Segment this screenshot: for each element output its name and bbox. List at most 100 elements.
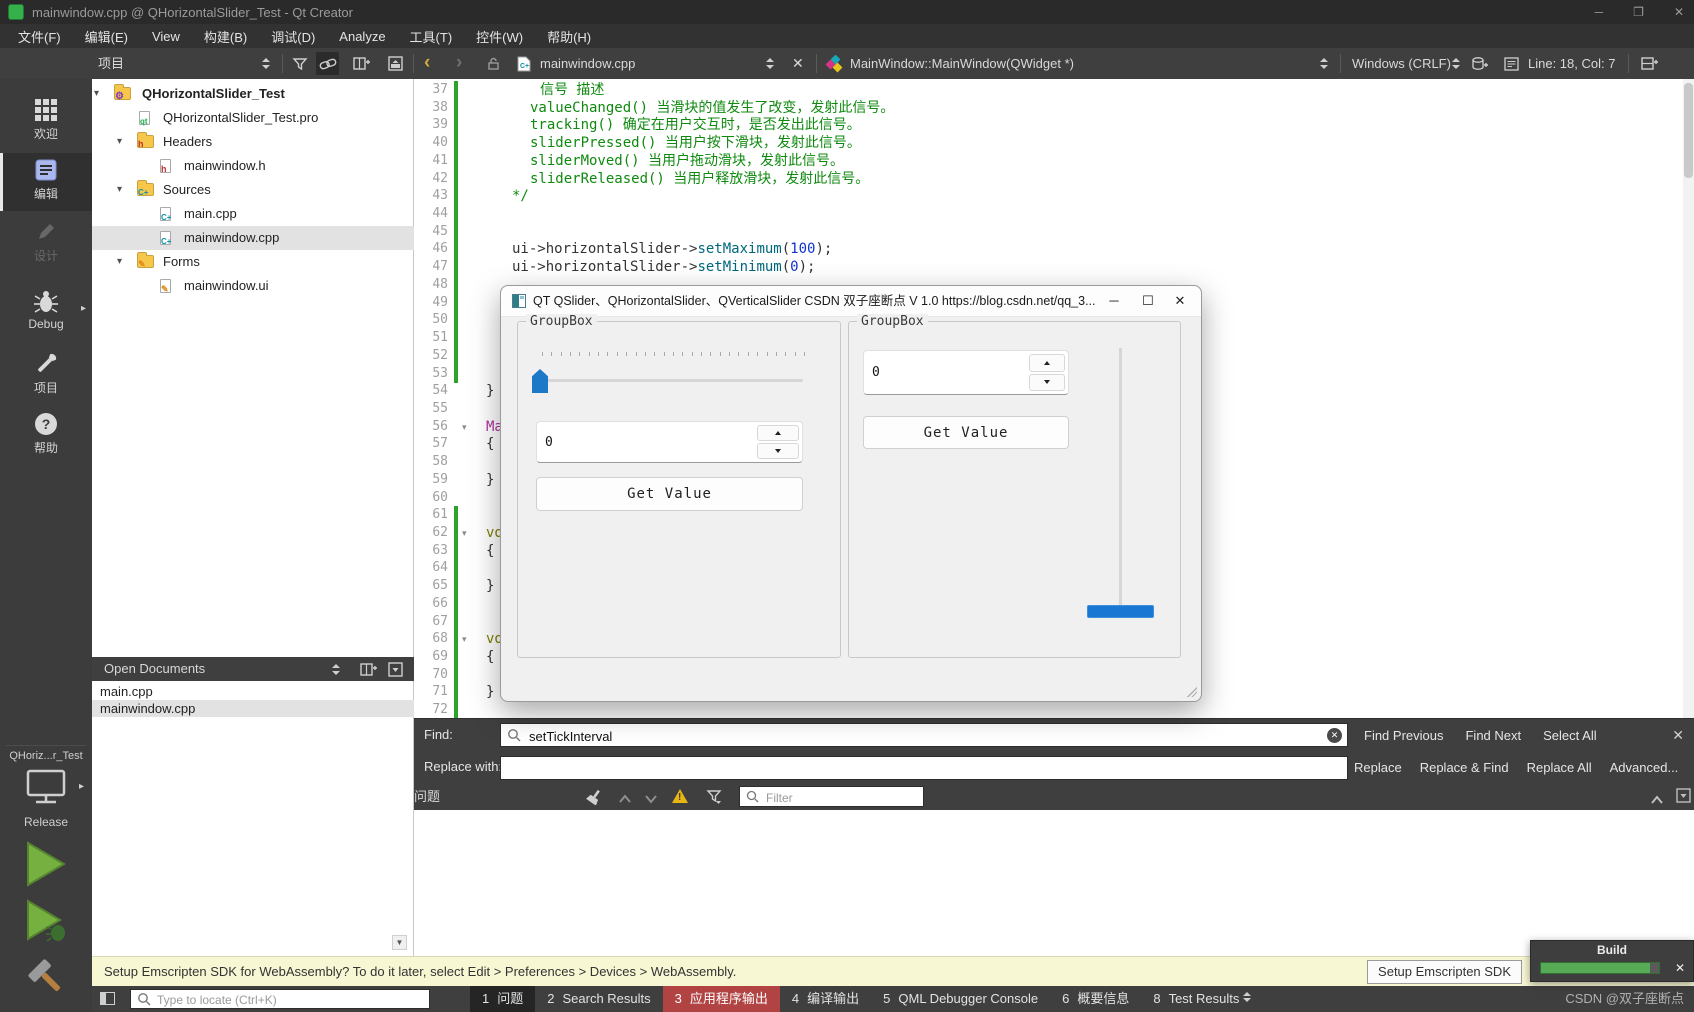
select-all-button[interactable]: Select All xyxy=(1543,728,1596,743)
open-document-main-cpp[interactable]: main.cpp xyxy=(92,683,414,700)
output-pane-arrows-icon[interactable] xyxy=(1243,992,1251,1002)
dialog-close-button[interactable]: ✕ xyxy=(1163,286,1197,316)
output-tab-5[interactable]: 5 QML Debugger Console xyxy=(871,986,1050,1012)
maximize-pane-icon[interactable] xyxy=(1650,792,1664,810)
window-maximize-button[interactable]: ❐ xyxy=(1633,5,1644,19)
output-tab-4[interactable]: 4 编译输出 xyxy=(780,986,871,1012)
menu-view[interactable]: View xyxy=(140,26,192,47)
vertical-slider-track[interactable] xyxy=(1119,348,1122,614)
output-tab-1[interactable]: 1 问题 xyxy=(470,986,536,1012)
expand-arrow-icon[interactable]: ▾ xyxy=(117,178,122,202)
issues-filter-input[interactable] xyxy=(764,788,918,807)
document-dropdown-icon[interactable] xyxy=(766,58,774,69)
menu-widgets[interactable]: 控件(W) xyxy=(464,24,535,49)
split-editor-icon[interactable] xyxy=(1638,52,1661,75)
left-spinbox[interactable]: 0 xyxy=(536,421,803,463)
open-documents-close-icon[interactable] xyxy=(388,661,404,685)
horizontal-slider-handle[interactable] xyxy=(532,369,548,393)
line-ending-dropdown-icon[interactable] xyxy=(1452,58,1460,69)
close-info-bar-icon[interactable]: ✕ xyxy=(1675,962,1685,974)
toggle-sidebar-icon[interactable] xyxy=(100,992,115,1005)
pane-selector[interactable]: 项目 xyxy=(98,48,124,79)
back-icon[interactable]: ‹ xyxy=(424,48,430,79)
kit-selector[interactable] xyxy=(24,769,68,812)
mode-debug[interactable]: Debug ▸ xyxy=(0,285,92,343)
debug-run-button[interactable] xyxy=(26,899,68,948)
editor-scrollbar[interactable] xyxy=(1683,79,1694,718)
right-spinbox[interactable]: 0 xyxy=(863,350,1069,395)
open-document-selector[interactable]: mainwindow.cpp xyxy=(540,48,635,79)
vertical-slider-handle[interactable] xyxy=(1087,605,1154,618)
editor-scrollbar-thumb[interactable] xyxy=(1684,83,1693,178)
tree-row-qhorizontalslider-test[interactable]: ▾ ⚙ QHorizontalSlider_Test xyxy=(92,82,414,106)
tree-row-mainwindow-h[interactable]: h mainwindow.h xyxy=(92,154,414,178)
open-documents-dropdown-icon[interactable] xyxy=(332,664,340,675)
symbol-selector[interactable]: MainWindow::MainWindow(QWidget *) xyxy=(850,48,1074,79)
mode-edit[interactable]: 编辑 xyxy=(0,153,92,211)
close-find-bar-icon[interactable]: ✕ xyxy=(1672,719,1684,751)
expand-arrow-icon[interactable]: ▾ xyxy=(117,130,122,154)
next-item-icon[interactable] xyxy=(644,791,658,809)
build-button[interactable] xyxy=(24,955,68,1004)
replace-input[interactable] xyxy=(509,758,1293,780)
pane-selector-dropdown-icon[interactable] xyxy=(262,58,270,69)
output-tab-6[interactable]: 6 概要信息 xyxy=(1050,986,1141,1012)
tree-row-mainwindow-ui[interactable]: ✎ mainwindow.ui xyxy=(92,274,414,298)
tree-row-main-cpp[interactable]: C+ main.cpp xyxy=(92,202,414,226)
replace-all-button[interactable]: Replace All xyxy=(1527,760,1592,775)
left-get-value-button[interactable]: Get Value xyxy=(536,477,803,511)
fold-marker-icon[interactable]: ▾ xyxy=(462,524,467,542)
locator-input[interactable] xyxy=(155,991,424,1009)
tree-row-mainwindow-cpp[interactable]: C+ mainwindow.cpp xyxy=(92,226,414,250)
clear-find-icon[interactable]: ✕ xyxy=(1327,728,1342,743)
left-spinbox-up-button[interactable] xyxy=(757,425,799,441)
encoding-icon[interactable] xyxy=(1468,52,1491,75)
right-get-value-button[interactable]: Get Value xyxy=(863,416,1069,449)
window-close-button[interactable]: ✕ xyxy=(1674,5,1684,19)
menu-debug[interactable]: 调试(D) xyxy=(259,24,327,49)
menu-help[interactable]: 帮助(H) xyxy=(535,24,603,49)
advanced-button[interactable]: Advanced... xyxy=(1610,760,1679,775)
output-tab-8[interactable]: 8 Test Results xyxy=(1141,986,1251,1012)
fold-marker-icon[interactable]: ▾ xyxy=(462,418,467,436)
menu-file[interactable]: 文件(F) xyxy=(6,24,73,49)
mode-welcome[interactable]: 欢迎 xyxy=(0,93,92,151)
fold-marker-icon[interactable]: ▾ xyxy=(462,630,467,648)
replace-button[interactable]: Replace xyxy=(1354,760,1402,775)
tree-row-headers[interactable]: ▾ h Headers xyxy=(92,130,414,154)
open-document-mainwindow-cpp[interactable]: mainwindow.cpp xyxy=(92,700,414,717)
issues-filter-icon[interactable] xyxy=(706,789,722,810)
expand-arrow-icon[interactable]: ▾ xyxy=(94,82,99,106)
menu-analyze[interactable]: Analyze xyxy=(327,26,397,47)
dialog-minimize-button[interactable]: ─ xyxy=(1097,286,1131,316)
horizontal-slider-track[interactable] xyxy=(538,379,803,382)
dialog-maximize-button[interactable]: ☐ xyxy=(1131,286,1165,316)
setup-emscripten-button[interactable]: Setup Emscripten SDK xyxy=(1367,960,1522,984)
right-spinbox-down-button[interactable] xyxy=(1029,373,1065,391)
line-ending-selector[interactable]: Windows (CRLF) xyxy=(1352,48,1451,79)
menu-build[interactable]: 构建(B) xyxy=(192,24,259,49)
expand-arrow-icon[interactable]: ▾ xyxy=(117,250,122,274)
link-with-editor-icon[interactable] xyxy=(316,52,339,75)
tree-row-forms[interactable]: ▾ ✎ Forms xyxy=(92,250,414,274)
qslider-test-dialog[interactable]: QT QSlider、QHorizontalSlider、QVerticalSl… xyxy=(500,285,1202,702)
kit-flyout-arrow-icon[interactable]: ▸ xyxy=(79,781,84,792)
open-documents-split-icon[interactable] xyxy=(360,661,377,685)
close-document-icon[interactable]: ✕ xyxy=(792,48,804,79)
menu-edit[interactable]: 编辑(E) xyxy=(73,24,140,49)
tree-scroll-down-button[interactable]: ▼ xyxy=(392,935,407,950)
find-next-button[interactable]: Find Next xyxy=(1465,728,1521,743)
close-pane-icon[interactable] xyxy=(384,52,407,75)
replace-and-find-button[interactable]: Replace & Find xyxy=(1420,760,1509,775)
clean-icon[interactable] xyxy=(585,788,603,810)
run-button[interactable] xyxy=(26,841,66,892)
close-pane-bottom-icon[interactable] xyxy=(1676,788,1692,808)
dialog-resize-grip[interactable] xyxy=(1187,687,1197,697)
find-input[interactable] xyxy=(527,725,1311,747)
previous-item-icon[interactable] xyxy=(618,791,632,809)
tree-row-sources[interactable]: ▾ C+ Sources xyxy=(92,178,414,202)
tree-row-qhorizontalslider-test-pro[interactable]: qt QHorizontalSlider_Test.pro xyxy=(92,106,414,130)
left-spinbox-down-button[interactable] xyxy=(757,443,799,459)
dialog-titlebar[interactable]: QT QSlider、QHorizontalSlider、QVerticalSl… xyxy=(501,286,1201,317)
split-view-icon[interactable] xyxy=(350,52,373,75)
